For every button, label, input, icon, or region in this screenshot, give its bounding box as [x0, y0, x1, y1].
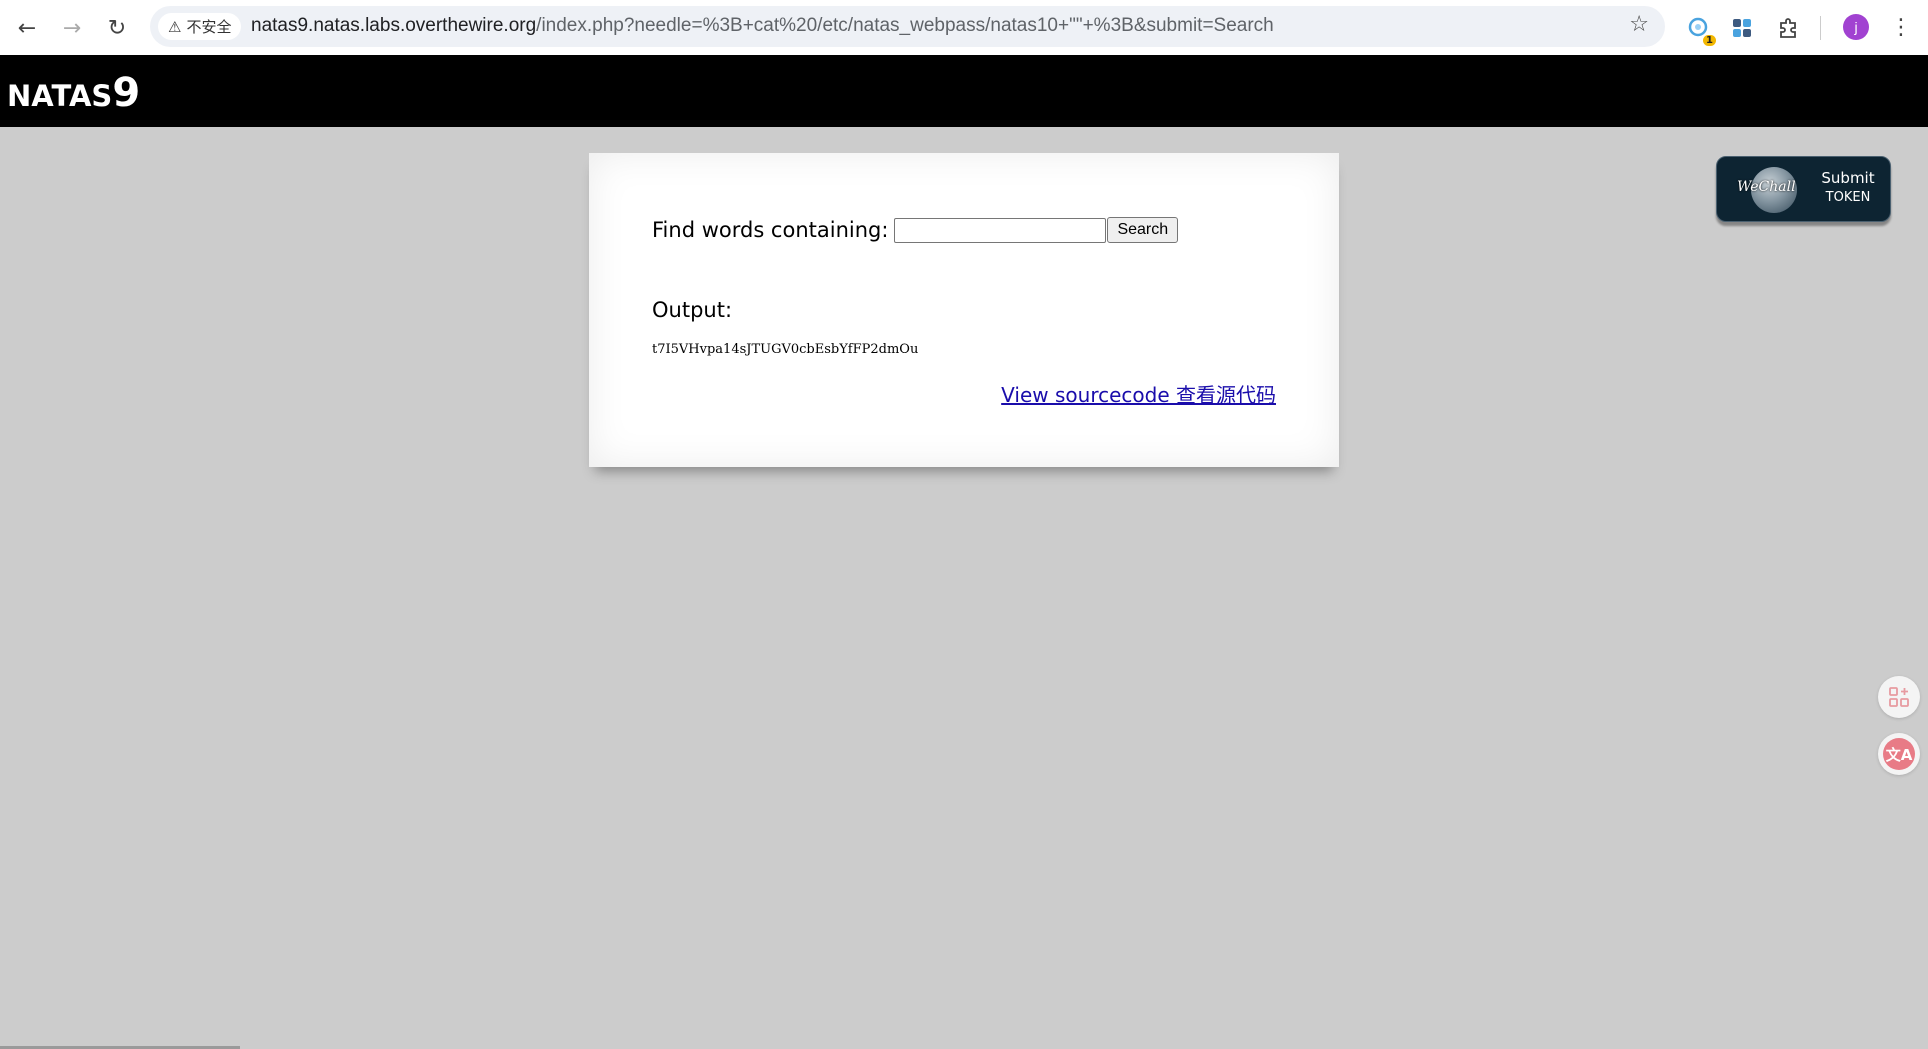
browser-toolbar: ← → ↻ ⚠ 不安全 natas9.natas.labs.overthewir… — [0, 0, 1928, 55]
site-header: NATAS9 — [0, 55, 1928, 127]
forward-icon[interactable]: → — [55, 11, 89, 45]
output-text: t7I5VHvpa14sJTUGV0cbEsbYfFP2dmOu — [652, 342, 919, 357]
star-icon[interactable]: ☆ — [1629, 12, 1649, 37]
title-digit: 9 — [112, 70, 141, 116]
grid-icon — [1733, 19, 1751, 37]
extension-icon[interactable]: 1 — [1684, 13, 1716, 46]
content-panel: Find words containing: Search Output: t7… — [589, 153, 1339, 467]
reload-icon[interactable]: ↻ — [100, 11, 134, 45]
search-label: Find words containing: — [652, 218, 889, 242]
side-tool-grid-icon[interactable] — [1878, 676, 1920, 718]
url-path: /index.php?needle=%3B+cat%20/etc/natas_w… — [536, 15, 1274, 36]
needle-input[interactable] — [894, 217, 1107, 243]
puzzle-icon[interactable] — [1773, 13, 1803, 43]
menu-icon[interactable]: ⋮ — [1888, 11, 1914, 43]
url-host: natas9.natas.labs.overthewire.org — [251, 15, 537, 36]
toolbar-divider — [1820, 16, 1821, 40]
submit-token-button[interactable]: WeChall Submit TOKEN — [1716, 156, 1891, 222]
search-button[interactable]: Search — [1107, 217, 1179, 243]
view-sourcecode-link[interactable]: View sourcecode 查看源代码 — [1001, 379, 1276, 408]
warning-icon: ⚠ — [168, 17, 182, 36]
output-label: Output: — [652, 298, 733, 322]
submit-token-line1: Submit — [1821, 169, 1875, 187]
wechall-logo: WeChall — [1737, 179, 1796, 195]
security-indicator[interactable]: ⚠ 不安全 — [158, 13, 242, 40]
side-tool-translate-icon[interactable]: 文A — [1878, 733, 1920, 775]
search-form: Find words containing: Search — [652, 217, 1179, 243]
translate-icon: 文A — [1883, 738, 1915, 770]
title-letters: NATAS — [7, 79, 113, 113]
extensions-puzzle-icon — [1780, 18, 1796, 38]
submit-token-line2: TOKEN — [1825, 190, 1871, 205]
extension-badge: 1 — [1703, 35, 1716, 46]
security-label: 不安全 — [186, 18, 232, 36]
apps-icon[interactable] — [1727, 13, 1757, 43]
submit-token-label: Submit TOKEN — [1813, 169, 1883, 207]
url-text[interactable]: natas9.natas.labs.overthewire.org/index.… — [251, 15, 1274, 37]
avatar[interactable]: j — [1843, 14, 1869, 40]
page-title: NATAS9 — [7, 73, 140, 113]
back-icon[interactable]: ← — [10, 11, 44, 45]
address-bar[interactable]: ⚠ 不安全 natas9.natas.labs.overthewire.org/… — [150, 6, 1665, 47]
grid-plus-icon — [1889, 687, 1909, 707]
